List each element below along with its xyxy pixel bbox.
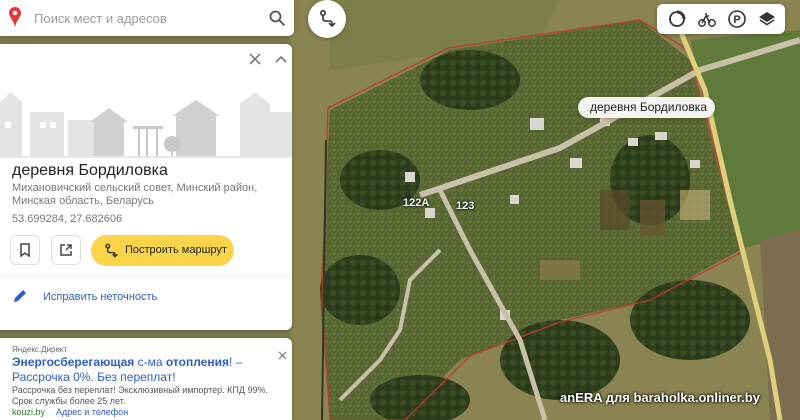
divider (0, 276, 292, 277)
build-route-button[interactable]: Построить маршрут (91, 235, 234, 266)
bookmark-button[interactable] (10, 235, 40, 265)
search-bar (0, 0, 294, 36)
house-number-label: 122А (403, 197, 430, 209)
report-error-link[interactable]: Исправить неточность (43, 291, 157, 303)
place-title: деревня Бордиловка (12, 162, 168, 179)
ad-body: Рассрочка без переплат! Эксклюзивный имп… (12, 385, 268, 406)
bookmark-icon (20, 243, 30, 257)
chevron-up-icon[interactable] (275, 54, 287, 64)
map-place-label[interactable]: деревня Бордиловка (578, 97, 715, 118)
house-number-label: 123 (456, 200, 475, 212)
map-layers-toolbar: P (657, 4, 785, 34)
share-icon (60, 244, 72, 256)
ad-title[interactable]: Энергосберегающая с-ма отопления! – Расс… (12, 355, 282, 385)
place-coordinates[interactable]: 53.699284, 27.682606 (12, 213, 122, 225)
bicycle-icon[interactable] (697, 9, 717, 29)
layers-icon[interactable] (757, 9, 777, 29)
build-route-label: Построить маршрут (125, 244, 227, 256)
parking-icon[interactable]: P (727, 9, 747, 29)
share-button[interactable] (51, 235, 81, 265)
ad-card[interactable]: Яндекс.Директ Энергосберегающая с-ма ото… (0, 338, 292, 420)
pencil-icon[interactable] (12, 288, 28, 304)
ad-contacts-link[interactable]: Адрес и телефон (56, 407, 128, 417)
yandex-maps-logo-icon[interactable] (8, 6, 22, 28)
place-address: Михановичский сельский совет, Минский ра… (12, 182, 258, 207)
route-icon (105, 243, 118, 258)
ad-domain[interactable]: kouzi.by (12, 407, 45, 417)
traffic-icon[interactable] (667, 9, 687, 29)
parking-letter: P (733, 14, 740, 26)
route-icon (319, 9, 336, 28)
watermark: anERA для baraholka.onliner.by (560, 390, 760, 405)
close-icon[interactable] (249, 53, 261, 65)
routes-button[interactable] (308, 0, 346, 38)
place-card: деревня Бордиловка Михановичский сельски… (0, 44, 292, 330)
ad-source-label: Яндекс.Директ (12, 345, 68, 354)
search-icon[interactable] (268, 9, 286, 27)
village-illustration (0, 92, 292, 158)
search-input[interactable] (34, 8, 254, 28)
